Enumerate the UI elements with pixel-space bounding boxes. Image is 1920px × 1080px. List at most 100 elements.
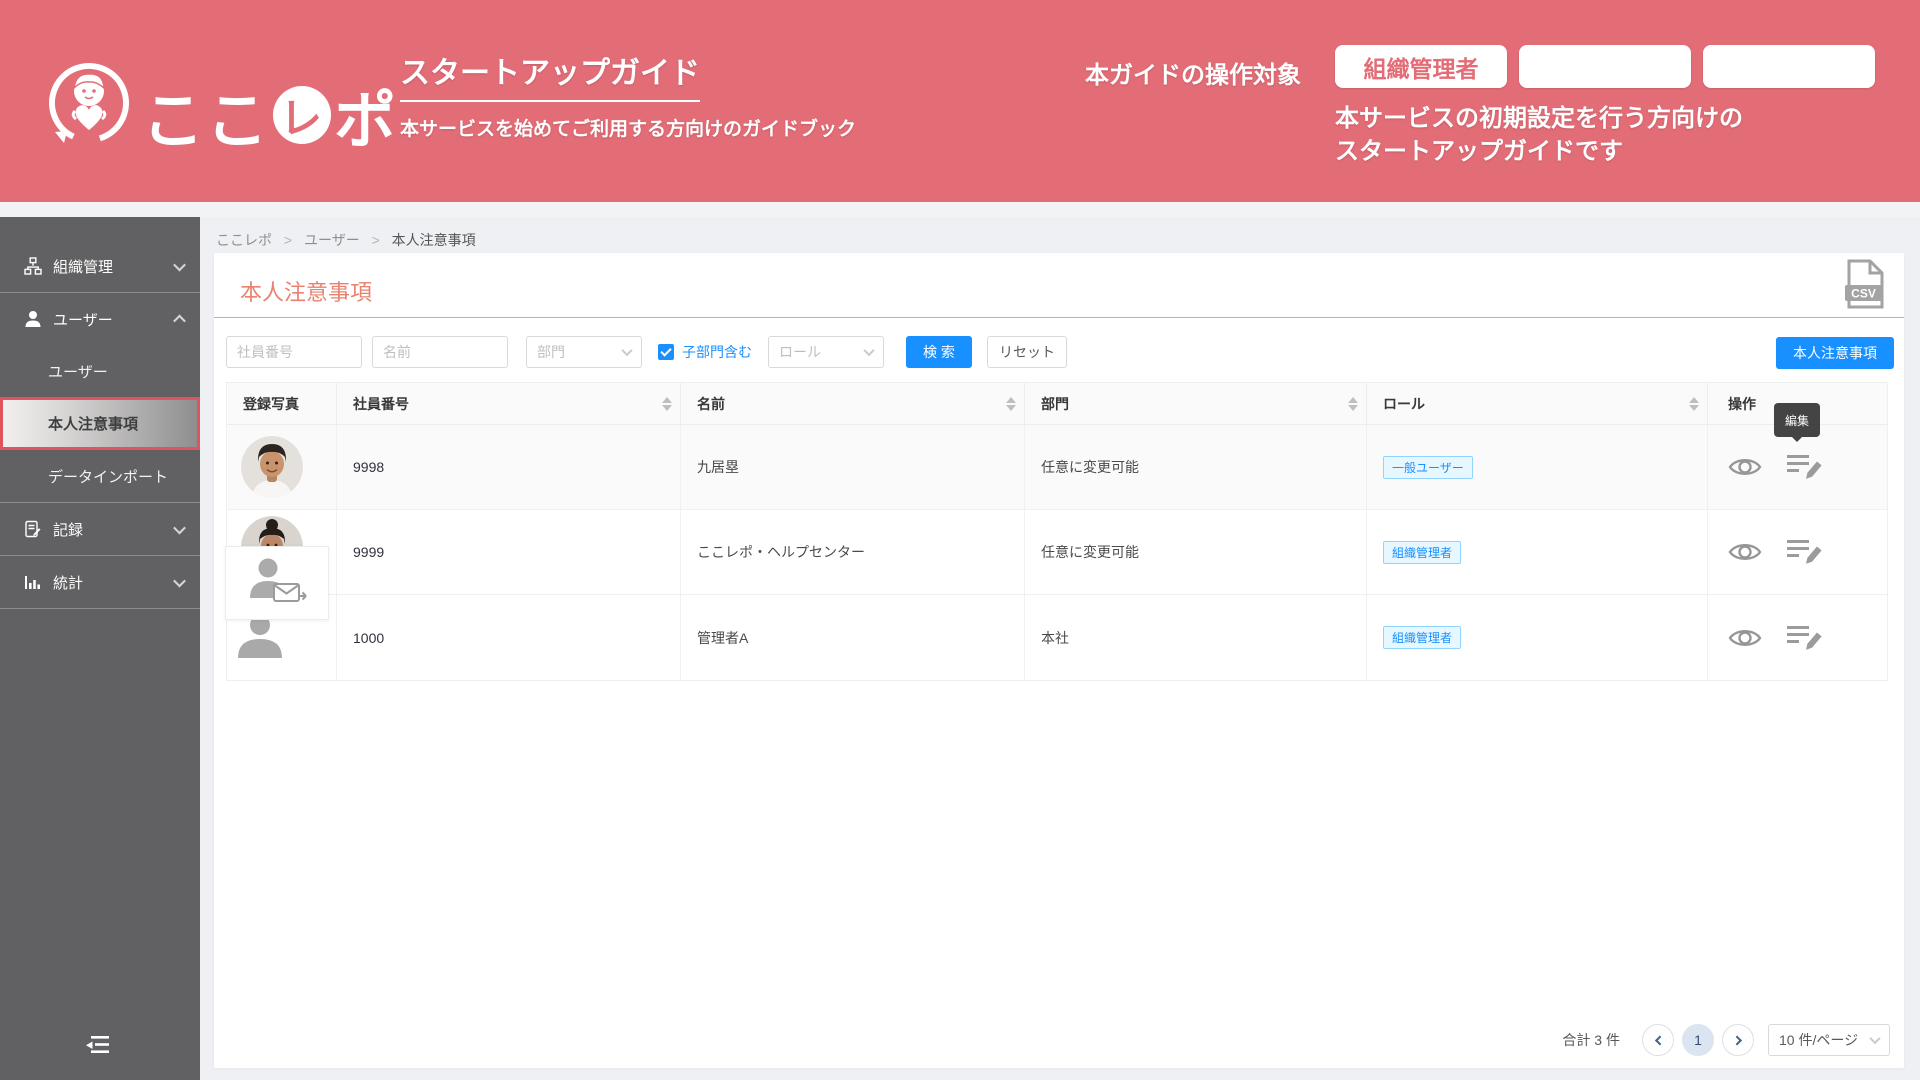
search-button[interactable]: 検 索	[906, 336, 972, 368]
chevron-down-icon	[173, 521, 186, 534]
page-title: 本人注意事項	[240, 280, 373, 305]
guide-step-button-3[interactable]	[1703, 45, 1875, 88]
chevron-left-icon	[1654, 1035, 1665, 1045]
edit-icon[interactable]	[1786, 623, 1823, 653]
sort-caret-icon[interactable]	[1689, 396, 1699, 411]
csv-download-icon[interactable]: CSV	[1842, 259, 1888, 312]
chevron-down-icon	[173, 574, 186, 587]
sidebar: 組織管理 ユーザー ユーザー 本人注意事項 データインポート 記録 統計	[0, 217, 200, 1080]
page-1-button[interactable]: 1	[1682, 1024, 1714, 1056]
org-chart-icon	[24, 257, 42, 275]
table-row: 9999 ここレポ・ヘルプセンター 任意に変更可能 組織管理者	[225, 510, 1887, 620]
col-photo: 登録写真	[227, 383, 337, 425]
pagination: 合計 3 件 1 10 件/ページ	[1562, 1024, 1890, 1056]
table-row: 9998 九居塁 任意に変更可能 一般ユーザー	[227, 425, 1887, 510]
name-input[interactable]	[372, 336, 508, 368]
sort-caret-icon[interactable]	[1348, 396, 1358, 411]
cell-role: 組織管理者	[1367, 595, 1708, 680]
page-size-select[interactable]: 10 件/ページ	[1768, 1024, 1890, 1056]
checkbox-checked-icon[interactable]	[658, 344, 674, 360]
header-divider-strip	[0, 202, 1920, 217]
logo-circle-glyph: レ	[273, 86, 332, 144]
edit-icon[interactable]	[1786, 537, 1823, 567]
cell-department: 本社	[1025, 595, 1367, 680]
sort-caret-icon[interactable]	[1006, 396, 1016, 411]
sidebar-item-statistics[interactable]: 統計	[0, 556, 200, 608]
department-select[interactable]: 部門	[526, 336, 642, 368]
cell-employee-no: 9999	[337, 510, 681, 595]
role-tag: 一般ユーザー	[1383, 455, 1473, 479]
col-department[interactable]: 部門	[1025, 383, 1367, 425]
sidebar-item-records[interactable]: 記録	[0, 503, 200, 555]
chevron-right-icon	[1731, 1035, 1742, 1045]
next-page-button[interactable]	[1722, 1024, 1754, 1056]
filter-bar: 部門 子部門含む ロール 検 索 リセット	[226, 336, 1067, 368]
invite-mail-popover	[225, 546, 329, 620]
cell-employee-no: 1000	[337, 595, 681, 680]
logo-mark-icon	[42, 55, 136, 160]
sidebar-item-users[interactable]: ユーザー	[0, 293, 200, 345]
edit-tooltip: 編集	[1774, 403, 1820, 442]
cell-department: 任意に変更可能	[1025, 510, 1367, 595]
prev-page-button[interactable]	[1642, 1024, 1674, 1056]
guide-role-button[interactable]: 組織管理者	[1335, 45, 1507, 88]
cell-department: 任意に変更可能	[1025, 425, 1367, 510]
sidebar-item-personal-notes[interactable]: 本人注意事項	[0, 397, 200, 450]
sidebar-divider	[0, 608, 200, 609]
role-select[interactable]: ロール	[768, 336, 884, 368]
chevron-down-icon	[173, 258, 186, 271]
cell-name: 管理者A	[681, 595, 1025, 680]
menu-fold-icon[interactable]	[84, 1033, 112, 1060]
breadcrumb-users[interactable]: ユーザー	[304, 232, 360, 248]
pagination-total: 合計 3 件	[1562, 1032, 1620, 1048]
title-divider	[214, 317, 1904, 318]
app-logo: ここ レ ポ	[142, 70, 398, 160]
guide-title: スタートアップガイド	[400, 48, 700, 102]
guide-step-button-2[interactable]	[1519, 45, 1691, 88]
chevron-down-icon	[621, 344, 633, 357]
chevron-down-icon	[1869, 1032, 1881, 1045]
role-tag: 組織管理者	[1383, 540, 1462, 564]
stats-icon	[24, 573, 42, 591]
role-tag: 組織管理者	[1383, 626, 1462, 649]
col-role[interactable]: ロール	[1367, 383, 1708, 425]
col-name[interactable]: 名前	[681, 383, 1025, 425]
table-row: 1000 管理者A 本社 組織管理者	[227, 595, 1887, 680]
cell-role: 組織管理者	[1367, 510, 1708, 595]
cell-role: 一般ユーザー	[1367, 425, 1708, 510]
sidebar-item-org-management[interactable]: 組織管理	[0, 240, 200, 292]
col-employee-no[interactable]: 社員番号	[337, 383, 681, 425]
view-eye-icon[interactable]	[1728, 539, 1762, 565]
edit-icon[interactable]	[1786, 452, 1823, 482]
view-eye-icon[interactable]	[1728, 454, 1762, 480]
view-eye-icon[interactable]	[1728, 625, 1762, 651]
record-icon	[24, 520, 42, 538]
sort-caret-icon[interactable]	[662, 396, 672, 411]
include-sub-department-checkbox[interactable]: 子部門含む	[658, 342, 752, 362]
guide-header: ここ レ ポ スタートアップガイド 本サービスを始めてご利用する方向けのガイドブ…	[0, 0, 1920, 202]
cell-name: ここレポ・ヘルプセンター	[681, 510, 1025, 595]
user-icon	[24, 310, 42, 328]
default-avatar-icon	[235, 615, 285, 661]
chevron-up-icon	[173, 314, 186, 327]
breadcrumb-current: 本人注意事項	[391, 232, 476, 248]
sidebar-item-users-list[interactable]: ユーザー	[0, 345, 200, 397]
cell-name: 九居塁	[681, 425, 1025, 510]
page-card: 本人注意事項 CSV 部門 子部門含む ロール	[214, 253, 1904, 1068]
breadcrumb: ここレポ > ユーザー > 本人注意事項	[216, 232, 476, 248]
avatar	[241, 436, 303, 498]
svg-text:CSV: CSV	[1851, 287, 1876, 301]
main-content: ここレポ > ユーザー > 本人注意事項 本人注意事項 CSV 部門	[200, 217, 1920, 1080]
reset-button[interactable]: リセット	[987, 336, 1067, 368]
add-personal-notes-button[interactable]: 本人注意事項	[1776, 337, 1894, 369]
users-table: 登録写真 社員番号 名前 部門 ロール 操作 9998 九居塁 任意に変更可能 …	[225, 382, 1888, 681]
cell-employee-no: 9998	[337, 425, 681, 510]
guide-description: 本サービスの初期設定を行う方向けの スタートアップガイドです	[1335, 105, 1743, 165]
logo-text-suffix: ポ	[334, 87, 399, 156]
chevron-down-icon	[863, 344, 875, 357]
sidebar-item-data-import[interactable]: データインポート	[0, 450, 200, 502]
employee-no-input[interactable]	[226, 336, 362, 368]
breadcrumb-home[interactable]: ここレポ	[216, 232, 272, 248]
guide-target-label: 本ガイドの操作対象	[1085, 62, 1301, 89]
logo-text-prefix: ここ	[142, 87, 271, 156]
